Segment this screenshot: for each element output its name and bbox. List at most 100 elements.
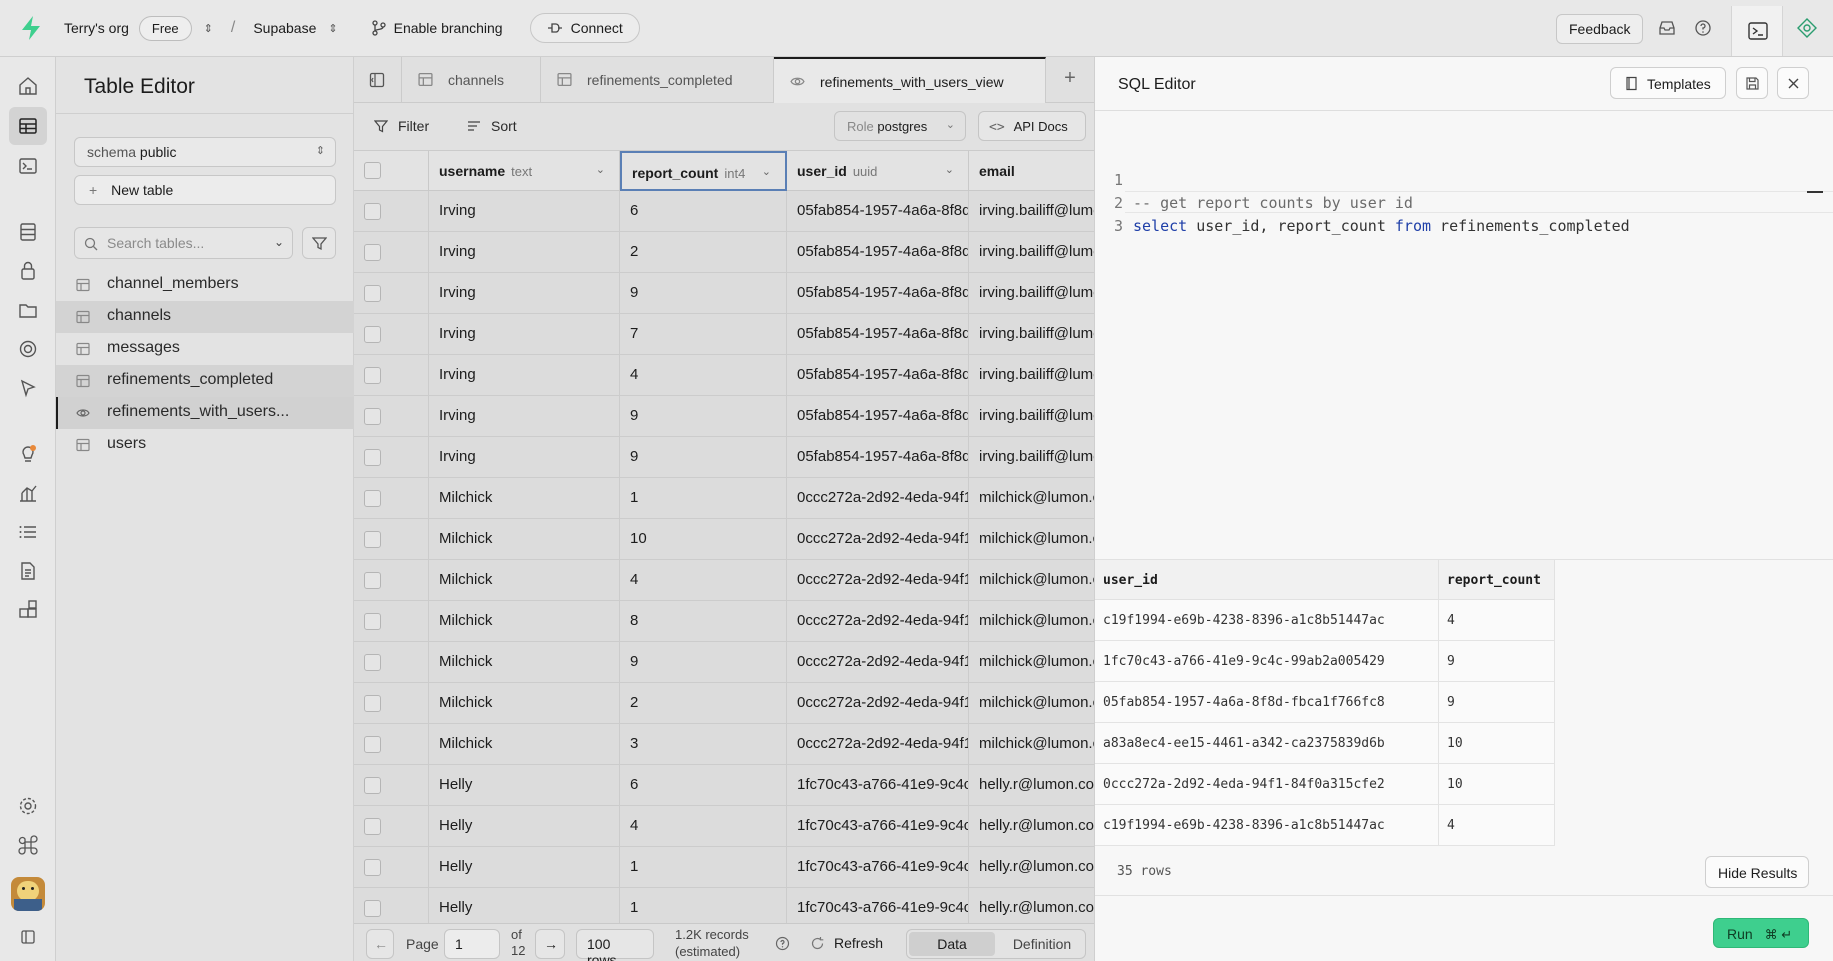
row-checkbox[interactable] <box>364 777 381 794</box>
cell-report-count[interactable]: 2 <box>620 232 787 272</box>
api-docs-icon[interactable] <box>17 560 39 582</box>
table-item-channel-members[interactable]: channel_members <box>56 269 354 301</box>
table-row[interactable]: Irving905fab854-1957-4a6a-8f8d-fbca1f766… <box>354 396 1094 437</box>
enable-branching-button[interactable]: Enable branching <box>371 20 503 36</box>
cell-email[interactable]: irving.bailiff@lumon.com <box>969 314 1094 354</box>
templates-button[interactable]: Templates <box>1610 67 1726 99</box>
cell-email[interactable]: milchick@lumon.com <box>969 601 1094 641</box>
row-checkbox[interactable] <box>364 654 381 671</box>
assistant-icon[interactable] <box>1796 17 1818 39</box>
command-icon[interactable] <box>17 834 39 856</box>
cell-username[interactable]: Milchick <box>429 478 620 518</box>
cell-username[interactable]: Milchick <box>429 683 620 723</box>
table-item-channels[interactable]: channels <box>56 301 354 333</box>
realtime-cursor-icon[interactable] <box>17 377 39 399</box>
cell-user-id[interactable]: 1fc70c43-a766-41e9-9c4c-99ab2a005429 <box>787 806 969 846</box>
tab-channels[interactable]: channels <box>402 57 541 103</box>
cell-email[interactable]: irving.bailiff@lumon.com <box>969 191 1094 231</box>
home-icon[interactable] <box>17 75 39 97</box>
logs-list-icon[interactable] <box>17 521 39 543</box>
cell-report-count[interactable]: 1 <box>620 478 787 518</box>
cell-report-count[interactable]: 4 <box>620 560 787 600</box>
result-cell-report-count[interactable]: 9 <box>1439 682 1555 723</box>
row-checkbox[interactable] <box>364 572 381 589</box>
help-circle-icon[interactable] <box>775 936 790 951</box>
api-docs-button[interactable]: <> API Docs <box>978 111 1086 141</box>
table-row[interactable]: Helly11fc70c43-a766-41e9-9c4c-99ab2a0054… <box>354 847 1094 888</box>
cell-email[interactable]: milchick@lumon.com <box>969 642 1094 682</box>
close-sql-editor-button[interactable] <box>1777 67 1809 99</box>
toggle-sidebar-button[interactable] <box>354 57 402 103</box>
table-row[interactable]: Irving405fab854-1957-4a6a-8f8d-fbca1f766… <box>354 355 1094 396</box>
result-cell-user-id[interactable]: 05fab854-1957-4a6a-8f8d-fbca1f766fc8 <box>1095 682 1439 723</box>
result-cell-user-id[interactable]: c19f1994-e69b-4238-8396-a1c8b51447ac <box>1095 600 1439 641</box>
column-header-email[interactable]: email <box>969 151 1094 191</box>
tab-refinements-completed[interactable]: refinements_completed <box>541 57 774 103</box>
inbox-icon[interactable] <box>1657 18 1677 38</box>
rows-per-page-button[interactable]: 100 rows <box>576 929 654 961</box>
cell-username[interactable]: Milchick <box>429 601 620 641</box>
chevron-down-icon[interactable]: ⌄ <box>596 163 605 176</box>
table-row[interactable]: Milchick80ccc272a-2d92-4eda-94f1-84f0a31… <box>354 601 1094 642</box>
table-item-refinements-completed[interactable]: refinements_completed <box>56 365 354 397</box>
result-cell-report-count[interactable]: 4 <box>1439 805 1555 846</box>
settings-gear-icon[interactable] <box>17 795 39 817</box>
result-cell-user-id[interactable]: c19f1994-e69b-4238-8396-a1c8b51447ac <box>1095 805 1439 846</box>
filter-button[interactable]: Filter <box>374 118 429 134</box>
sql-code-editor[interactable]: 1 2 3 -- get report counts by user id se… <box>1095 111 1833 559</box>
table-row[interactable]: Helly41fc70c43-a766-41e9-9c4c-99ab2a0054… <box>354 806 1094 847</box>
result-cell-user-id[interactable]: a83a8ec4-ee15-4461-a342-ca2375839d6b <box>1095 723 1439 764</box>
supabase-logo-icon[interactable] <box>16 13 46 43</box>
cell-report-count[interactable]: 1 <box>620 888 787 928</box>
row-checkbox[interactable] <box>364 490 381 507</box>
table-row[interactable]: Milchick90ccc272a-2d92-4eda-94f1-84f0a31… <box>354 642 1094 683</box>
cell-email[interactable]: milchick@lumon.com <box>969 560 1094 600</box>
table-item-refinements-with-users-view[interactable]: refinements_with_users... <box>56 397 354 429</box>
cell-user-id[interactable]: 1fc70c43-a766-41e9-9c4c-99ab2a005429 <box>787 888 969 928</box>
cell-user-id[interactable]: 05fab854-1957-4a6a-8f8d-fbca1f766fc8 <box>787 273 969 313</box>
page-number-input[interactable]: 1 <box>444 929 500 959</box>
cell-user-id[interactable]: 05fab854-1957-4a6a-8f8d-fbca1f766fc8 <box>787 314 969 354</box>
feedback-button[interactable]: Feedback <box>1556 14 1644 44</box>
cell-user-id[interactable]: 1fc70c43-a766-41e9-9c4c-99ab2a005429 <box>787 847 969 887</box>
reports-chart-icon[interactable] <box>17 482 39 504</box>
cell-username[interactable]: Irving <box>429 273 620 313</box>
cell-username[interactable]: Irving <box>429 232 620 272</box>
chevron-down-icon[interactable]: ⌄ <box>762 165 771 178</box>
search-tables-input[interactable]: Search tables... <box>74 227 293 259</box>
cell-username[interactable]: Helly <box>429 806 620 846</box>
cell-report-count[interactable]: 6 <box>620 765 787 805</box>
table-row[interactable]: Milchick10ccc272a-2d92-4eda-94f1-84f0a31… <box>354 478 1094 519</box>
view-data-tab[interactable]: Data <box>909 932 995 956</box>
hide-results-button[interactable]: Hide Results <box>1705 856 1809 888</box>
table-row[interactable]: Helly61fc70c43-a766-41e9-9c4c-99ab2a0054… <box>354 765 1094 806</box>
cell-username[interactable]: Irving <box>429 355 620 395</box>
cell-report-count[interactable]: 1 <box>620 847 787 887</box>
sort-button[interactable]: Sort <box>467 118 517 134</box>
table-editor-icon[interactable] <box>17 115 39 137</box>
cell-report-count[interactable]: 7 <box>620 314 787 354</box>
table-row[interactable]: Irving905fab854-1957-4a6a-8f8d-fbca1f766… <box>354 273 1094 314</box>
table-row[interactable]: Irving705fab854-1957-4a6a-8f8d-fbca1f766… <box>354 314 1094 355</box>
cell-user-id[interactable]: 0ccc272a-2d92-4eda-94f1-84f0a315cfe2 <box>787 519 969 559</box>
collapse-sidebar-icon[interactable] <box>20 929 36 945</box>
cell-user-id[interactable]: 05fab854-1957-4a6a-8f8d-fbca1f766fc8 <box>787 396 969 436</box>
row-checkbox[interactable] <box>364 900 381 917</box>
cell-email[interactable]: irving.bailiff@lumon.com <box>969 396 1094 436</box>
advisors-lightbulb-icon[interactable] <box>17 443 39 465</box>
connect-button[interactable]: Connect <box>529 13 640 43</box>
row-checkbox[interactable] <box>364 285 381 302</box>
table-item-messages[interactable]: messages <box>56 333 354 365</box>
auth-lock-icon[interactable] <box>17 260 39 282</box>
column-header-username[interactable]: username text ⌄ <box>429 151 620 191</box>
cell-username[interactable]: Milchick <box>429 519 620 559</box>
row-checkbox[interactable] <box>364 695 381 712</box>
result-cell-report-count[interactable]: 10 <box>1439 764 1555 805</box>
role-selector[interactable]: Role postgres ⌄ <box>834 111 966 141</box>
cell-user-id[interactable]: 05fab854-1957-4a6a-8f8d-fbca1f766fc8 <box>787 232 969 272</box>
cell-username[interactable]: Irving <box>429 396 620 436</box>
row-checkbox[interactable] <box>364 613 381 630</box>
result-cell-user-id[interactable]: 0ccc272a-2d92-4eda-94f1-84f0a315cfe2 <box>1095 764 1439 805</box>
row-checkbox[interactable] <box>364 367 381 384</box>
chevron-down-icon[interactable]: ⌄ <box>945 163 954 176</box>
